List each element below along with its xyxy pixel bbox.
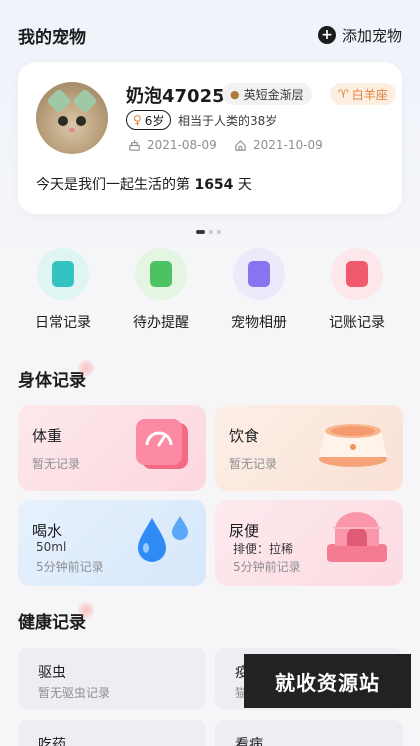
water-time: 5分钟前记录	[36, 560, 104, 574]
together-days-text: 今天是我们一起生活的第 1654 天	[36, 177, 252, 193]
diet-status: 暂无记录	[229, 457, 278, 471]
deworm-card[interactable]: 驱虫 暂无驱虫记录	[18, 648, 206, 710]
diet-card[interactable]: 饮食 暂无记录	[215, 405, 403, 491]
weight-status: 暂无记录	[32, 457, 81, 471]
home-icon	[235, 139, 246, 151]
urine-title: 尿便	[229, 522, 260, 540]
zodiac-tag: ♈ 白羊座	[330, 83, 396, 105]
water-value: 50ml	[36, 540, 67, 554]
quick-actions: 日常记录 待办提醒 宠物相册 记账记录	[0, 248, 420, 336]
page-title: 我的宠物	[18, 27, 86, 48]
quick-pet-album[interactable]: 宠物相册	[219, 248, 299, 336]
urine-time: 5分钟前记录	[233, 560, 301, 574]
urine-card[interactable]: 尿便 排便：拉稀 5分钟前记录	[215, 500, 403, 586]
urine-value: 排便：拉稀	[233, 542, 294, 556]
add-pet-label: 添加宠物	[341, 26, 402, 45]
album-icon	[233, 248, 285, 300]
page-header: 我的宠物 + 添加宠物	[0, 0, 420, 70]
carousel-dot[interactable]	[196, 230, 205, 234]
cake-icon	[129, 139, 140, 151]
quick-todo-reminder[interactable]: 待办提醒	[121, 248, 201, 336]
age-badge: ♀ 6岁	[126, 110, 172, 130]
female-icon: ♀	[133, 113, 142, 127]
vet-card[interactable]: 看病	[215, 720, 403, 746]
quick-ledger[interactable]: 记账记录	[317, 248, 397, 336]
clipboard-icon	[37, 248, 89, 300]
aries-icon: ♈	[338, 87, 349, 101]
breed-label: 英短金渐层	[243, 87, 304, 102]
ledger-icon	[331, 248, 383, 300]
zodiac-label: 白羊座	[351, 87, 388, 102]
plus-icon: +	[317, 26, 336, 44]
medicine-title: 吃药	[38, 737, 66, 746]
todo-check-icon	[135, 248, 187, 300]
watermark: 就收资源站	[244, 654, 411, 708]
vet-title: 看病	[235, 737, 263, 746]
litter-box-icon	[327, 512, 387, 562]
pet-avatar[interactable]	[36, 82, 108, 154]
together-days-count: 1654	[194, 177, 234, 193]
pet-name: 奶泡47025	[126, 86, 225, 107]
add-pet-button[interactable]: + 添加宠物	[317, 25, 402, 46]
human-age-text: 相当于人类的38岁	[178, 114, 278, 128]
water-title: 喝水	[32, 522, 63, 540]
age-label: 6岁	[144, 113, 165, 128]
health-record-title: 健康记录	[18, 602, 94, 633]
carousel-dot[interactable]	[209, 230, 213, 234]
diet-title: 饮食	[229, 427, 260, 445]
pet-card[interactable]: 奶泡47025 ● 英短金渐层 ♈ 白羊座 ♀ 6岁 相当于人类的38岁 202…	[18, 62, 402, 214]
home-date-row: 2021-10-09	[234, 138, 323, 152]
carousel-indicator	[196, 230, 221, 234]
water-card[interactable]: 喝水 50ml 5分钟前记录	[18, 500, 206, 586]
weight-card[interactable]: 体重 暂无记录	[18, 405, 206, 491]
scale-icon	[136, 419, 188, 469]
quick-daily-record[interactable]: 日常记录	[23, 248, 103, 336]
cat-face-icon: ●	[230, 87, 240, 101]
birth-date: 2021-08-09	[147, 138, 217, 152]
medicine-card[interactable]: 吃药	[18, 720, 206, 746]
deworm-status: 暂无驱虫记录	[38, 686, 111, 700]
birth-date-row: 2021-08-09	[128, 138, 217, 152]
deworm-title: 驱虫	[38, 665, 66, 681]
breed-tag: ● 英短金渐层	[222, 83, 312, 105]
weight-title: 体重	[32, 427, 63, 445]
food-bowl-icon	[319, 424, 387, 467]
body-record-title: 身体记录	[18, 360, 94, 391]
carousel-dot[interactable]	[217, 230, 221, 234]
water-drop-icon	[138, 516, 188, 562]
home-date: 2021-10-09	[253, 138, 323, 152]
